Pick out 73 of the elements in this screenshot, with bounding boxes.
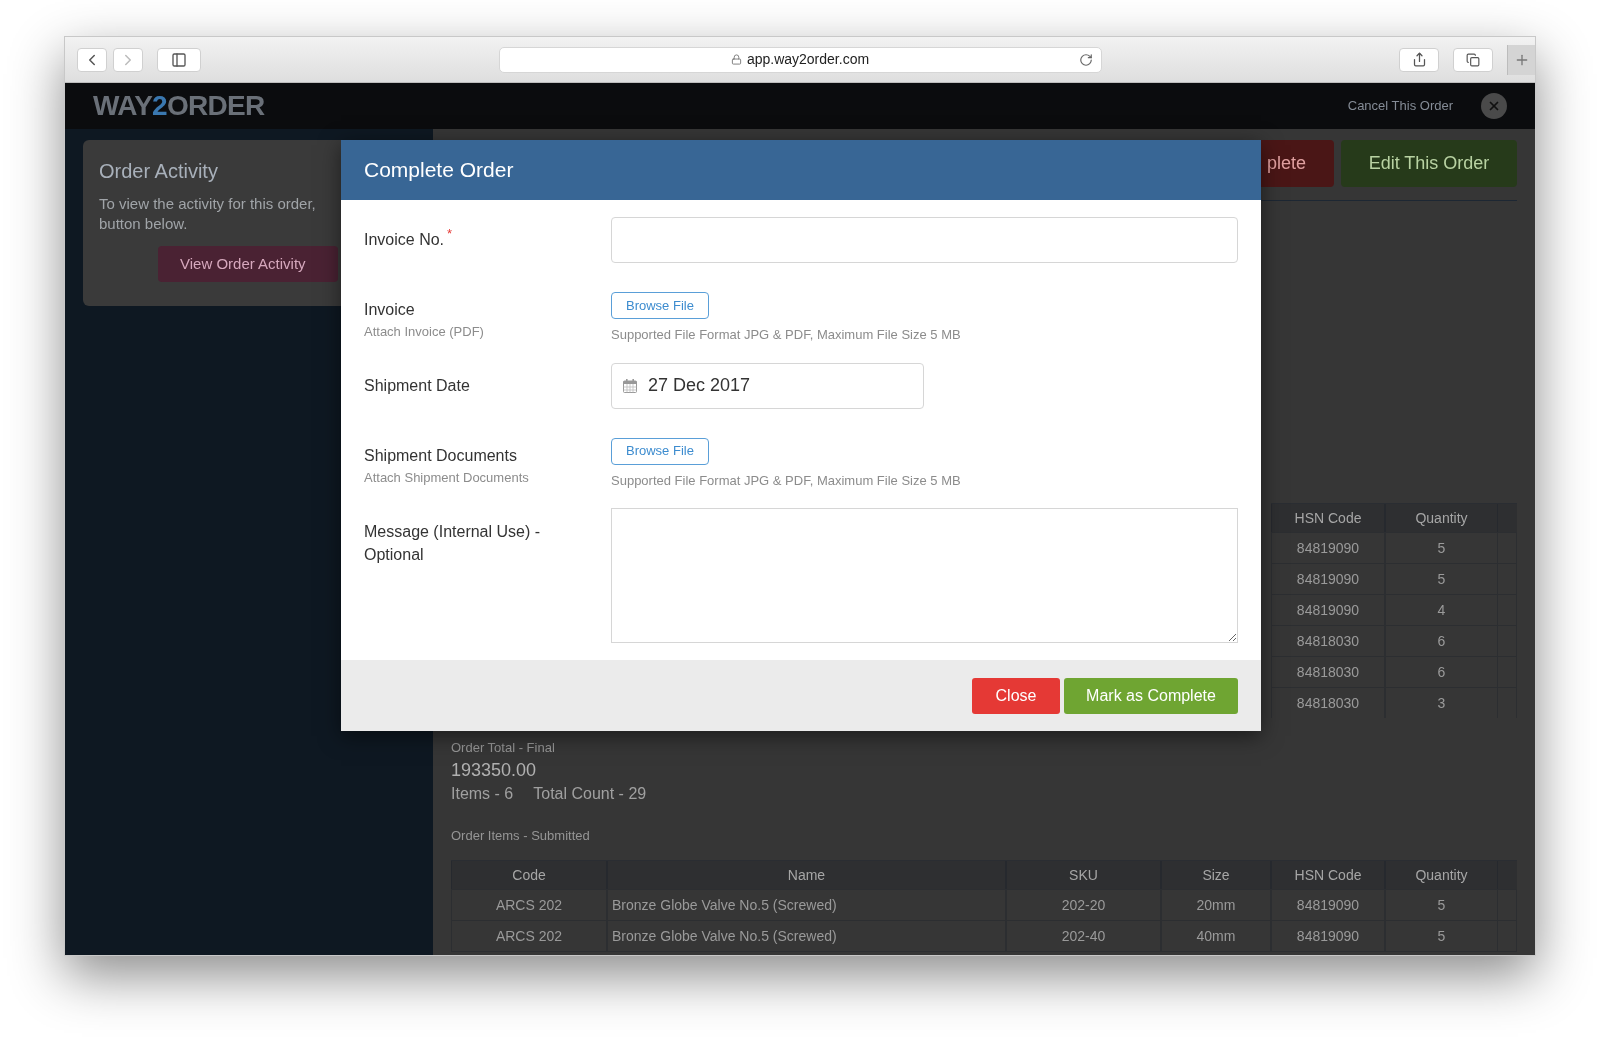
card-description: To view the activity for this order, button below.: [99, 194, 317, 234]
column-header: Quantity: [1415, 865, 1468, 885]
order-total-value: 193350.00: [451, 758, 537, 782]
tabs-button[interactable]: [1453, 47, 1493, 72]
field-label: Invoice: [364, 300, 416, 320]
lock-icon: [730, 54, 742, 65]
required-mark: *: [447, 225, 453, 243]
table-cell-text: 5: [1437, 569, 1446, 589]
field-label: Shipment Documents: [364, 445, 518, 466]
edit-order-button[interactable]: Edit This Order: [1341, 140, 1517, 187]
table-cell-text: 5: [1437, 926, 1446, 946]
tabs-icon: [1466, 52, 1480, 67]
invoice-number-field[interactable]: [611, 217, 1238, 263]
table-cell-text: 84818030: [1296, 662, 1360, 682]
table-cell-text: Bronze Globe Valve No.5 (Screwed): [612, 895, 837, 915]
shipment-date-field[interactable]: 27 Dec 2017: [611, 362, 924, 409]
column-header: HSN Code: [1294, 508, 1362, 528]
table-cell-text: 6: [1437, 662, 1446, 682]
table-cell-text: 84819090: [1296, 569, 1360, 589]
table-cell-text: ARCS 202: [495, 895, 563, 915]
message-field[interactable]: [611, 508, 1238, 643]
table-cell-text: 6: [1437, 631, 1446, 651]
view-activity-button[interactable]: View Order Activity: [158, 246, 338, 282]
total-count: Total Count - 29: [533, 783, 647, 804]
table-cell-text: ARCS 202: [495, 926, 563, 946]
share-icon: [1411, 52, 1427, 67]
order-total-label: Order Total - Final: [451, 739, 555, 757]
sidebar-icon: [171, 51, 187, 68]
table-cell-text: 84819090: [1296, 895, 1360, 915]
field-label: Shipment Date: [364, 376, 470, 394]
share-button[interactable]: [1399, 47, 1439, 72]
new-tab-button[interactable]: [1507, 44, 1535, 75]
address-bar[interactable]: app.way2order.com: [498, 46, 1102, 73]
table-cell-text: 4: [1437, 600, 1446, 620]
column-header: Code: [512, 865, 546, 885]
table-cell-text: Bronze Globe Valve No.5 (Screwed): [612, 926, 837, 946]
table-cell-text: 40mm: [1196, 926, 1236, 946]
section-heading: Order Items - Submitted: [451, 826, 590, 845]
column-header: HSN Code: [1294, 865, 1362, 885]
table-cell-text: 5: [1437, 538, 1446, 558]
cancel-order-link[interactable]: Cancel This Order: [1347, 96, 1453, 116]
reload-icon[interactable]: [1078, 52, 1093, 67]
column-header: SKU: [1069, 865, 1098, 885]
browse-file-button[interactable]: Browse File: [611, 292, 709, 319]
column-header: Name: [787, 865, 826, 885]
calendar-icon: [622, 377, 638, 394]
table-cell-text: 84819090: [1296, 926, 1360, 946]
file-format-hint: Supported File Format JPG & PDF, Maximum File Size 5 MB: [611, 471, 961, 490]
field-label: Invoice No.: [364, 230, 445, 250]
table-cell-text: 84819090: [1296, 600, 1360, 620]
table-cell-text: 5: [1437, 895, 1446, 915]
table-cell-text: 84818030: [1296, 693, 1360, 713]
close-icon[interactable]: [1481, 93, 1507, 119]
logo: WAY2ORDER: [93, 89, 265, 123]
table-cell-text: 202-20: [1061, 895, 1106, 915]
close-button[interactable]: Close: [972, 677, 1060, 714]
table-cell-text: 84818030: [1296, 631, 1360, 651]
table-cell-text: 84819090: [1296, 538, 1360, 558]
items-count: Items - 6: [451, 783, 514, 804]
browse-file-button[interactable]: Browse File: [611, 437, 709, 465]
dialog-title: Complete Order: [364, 157, 514, 184]
mark-complete-button[interactable]: Mark as Complete: [1064, 677, 1238, 714]
field-label: Message (Internal Use) - Optional: [364, 522, 542, 565]
column-header: Quantity: [1415, 508, 1468, 528]
field-sublabel: Attach Shipment Documents: [364, 468, 530, 487]
table-cell-text: 202-40: [1061, 926, 1106, 946]
sidebar-toggle-button[interactable]: [157, 47, 201, 72]
table-cell-text: 3: [1437, 693, 1446, 713]
file-format-hint: Supported File Format JPG & PDF, Maximum File Size 5 MB: [611, 326, 961, 344]
column-header: Size: [1202, 865, 1230, 885]
table-cell-text: 20mm: [1196, 895, 1236, 915]
field-sublabel: Attach Invoice (PDF): [364, 323, 485, 341]
back-button[interactable]: [77, 47, 107, 72]
